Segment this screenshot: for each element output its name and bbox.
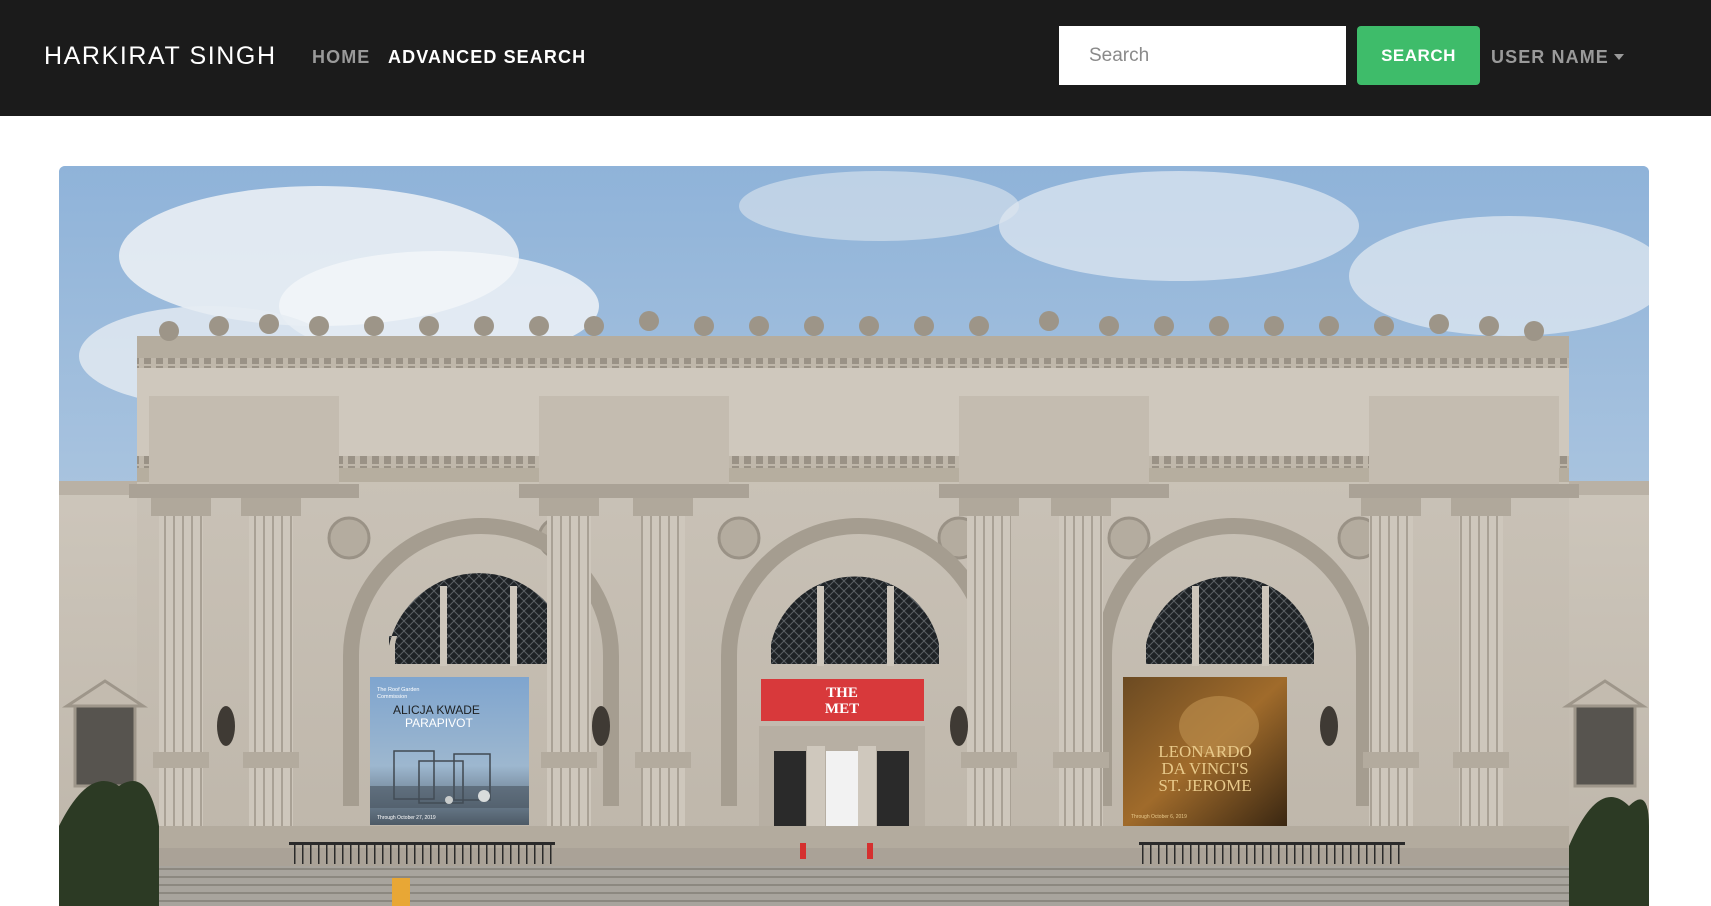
met-museum-facade-illustration: The Roof Garden Commission ALICJA KWADE …	[59, 166, 1649, 906]
banner-left-date: Through October 27, 2019	[377, 815, 436, 821]
banner-leonardo-st-jerome: LEONARDO DA VINCI'S ST. JEROME Through O…	[1123, 677, 1287, 826]
caret-down-icon	[1613, 54, 1624, 60]
banner-met-line1: THE	[826, 685, 858, 701]
nav-link-advanced-search[interactable]: ADVANCED SEARCH	[388, 44, 586, 70]
banner-left-title-1: ALICJA KWADE	[393, 703, 480, 717]
banner-right-title-3: ST. JEROME	[1158, 776, 1251, 795]
search-button[interactable]: SEARCH	[1357, 26, 1480, 85]
banner-right-date: Through October 6, 2019	[1131, 814, 1187, 820]
banner-left-kicker-1: The Roof Garden	[377, 687, 420, 693]
banner-left-title-2: PARAPIVOT	[405, 716, 473, 730]
banner-the-met: THE MET	[761, 679, 924, 721]
banner-alicja-kwade: The Roof Garden Commission ALICJA KWADE …	[370, 677, 529, 825]
brand-logo-text[interactable]: HARKIRAT SINGH	[44, 38, 277, 74]
search-input[interactable]	[1059, 26, 1346, 85]
banner-left-kicker-2: Commission	[377, 694, 407, 700]
user-menu-dropdown[interactable]: USER NAME	[1491, 44, 1624, 70]
banner-met-line2: MET	[825, 701, 859, 717]
top-navbar: HARKIRAT SINGH HOME ADVANCED SEARCH SEAR…	[0, 0, 1711, 116]
nav-link-home[interactable]: HOME	[312, 44, 370, 70]
user-menu-label: USER NAME	[1491, 47, 1609, 67]
hero-image: The Roof Garden Commission ALICJA KWADE …	[59, 166, 1649, 906]
